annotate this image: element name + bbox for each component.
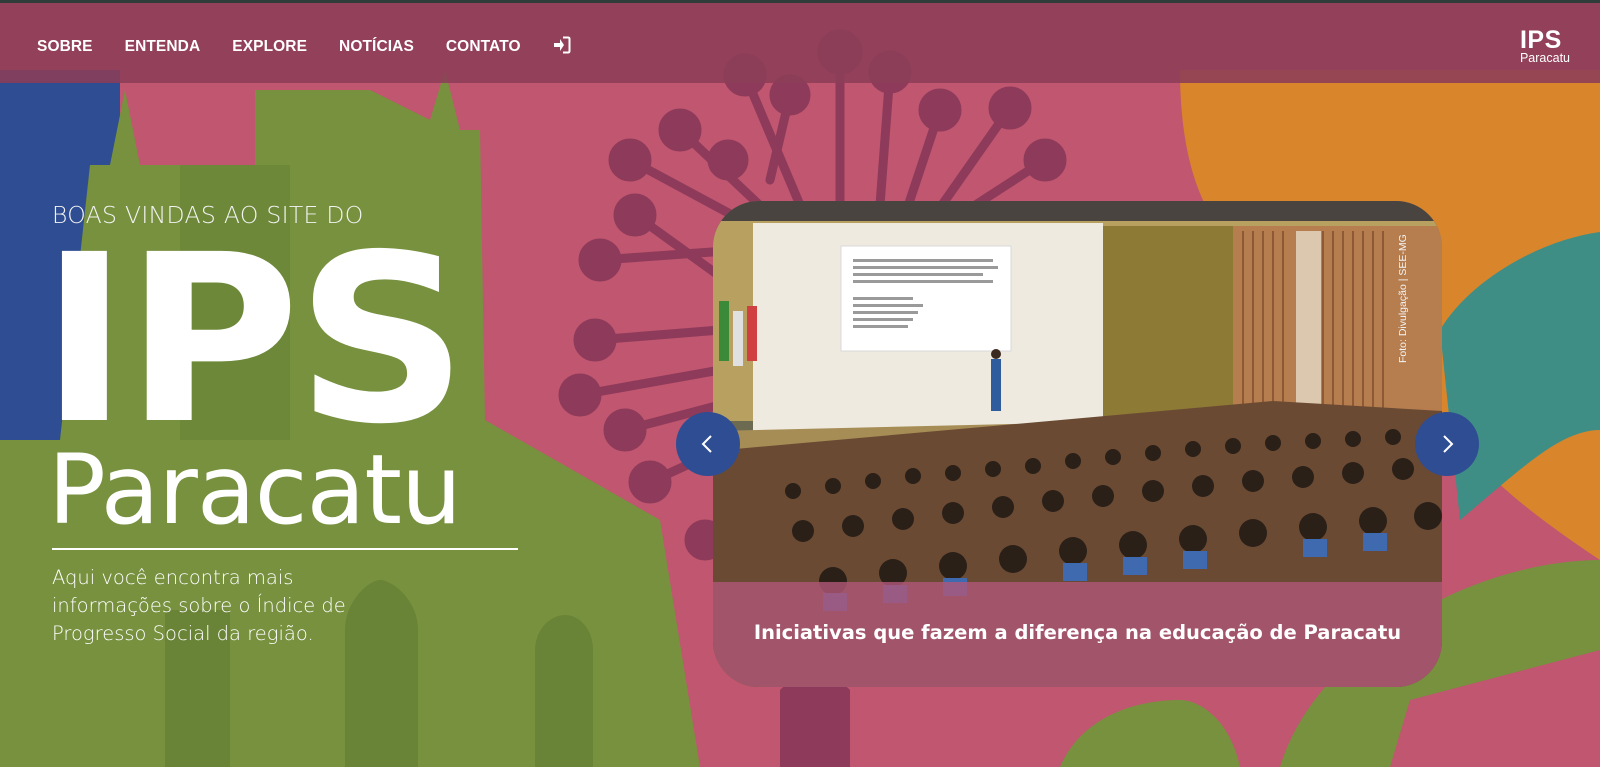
top-navbar: SOBRE ENTENDA EXPLORE NOTÍCIAS CONTATO I… <box>0 0 1600 83</box>
chevron-right-icon <box>1443 435 1454 453</box>
carousel-next-button[interactable] <box>1415 412 1479 476</box>
site-logo[interactable]: IPS Paracatu <box>1519 26 1570 65</box>
login-button[interactable] <box>553 34 571 59</box>
logo-subtitle: Paracatu <box>1519 51 1570 65</box>
carousel-slide[interactable]: Iniciativas que fazem a diferença na edu… <box>713 201 1442 687</box>
nav-item-explore[interactable]: EXPLORE <box>232 36 307 58</box>
nav-item-sobre[interactable]: SOBRE <box>37 36 93 58</box>
login-icon[interactable] <box>553 36 571 54</box>
main-nav: SOBRE ENTENDA EXPLORE NOTÍCIAS CONTATO <box>37 34 571 59</box>
nav-item-contato[interactable]: CONTATO <box>446 36 521 58</box>
logo-title: IPS <box>1519 26 1562 54</box>
hero-section: BOAS VINDAS AO SITE DO IPS Paracatu Aqui… <box>40 200 518 648</box>
hero-divider <box>52 548 518 550</box>
chevron-left-icon <box>701 435 712 453</box>
photo-credit: Foto: Divulgação | SEE-MG <box>1397 234 1409 363</box>
carousel-prev-button[interactable] <box>676 412 740 476</box>
slide-caption[interactable]: Iniciativas que fazem a diferença na edu… <box>713 621 1442 644</box>
hero-title: IPS <box>40 205 468 475</box>
nav-item-noticias[interactable]: NOTÍCIAS <box>339 36 414 58</box>
news-carousel: Iniciativas que fazem a diferença na edu… <box>713 201 1442 687</box>
hero-description: Aqui você encontra mais informações sobr… <box>52 566 346 645</box>
nav-item-entenda[interactable]: ENTENDA <box>125 36 201 58</box>
